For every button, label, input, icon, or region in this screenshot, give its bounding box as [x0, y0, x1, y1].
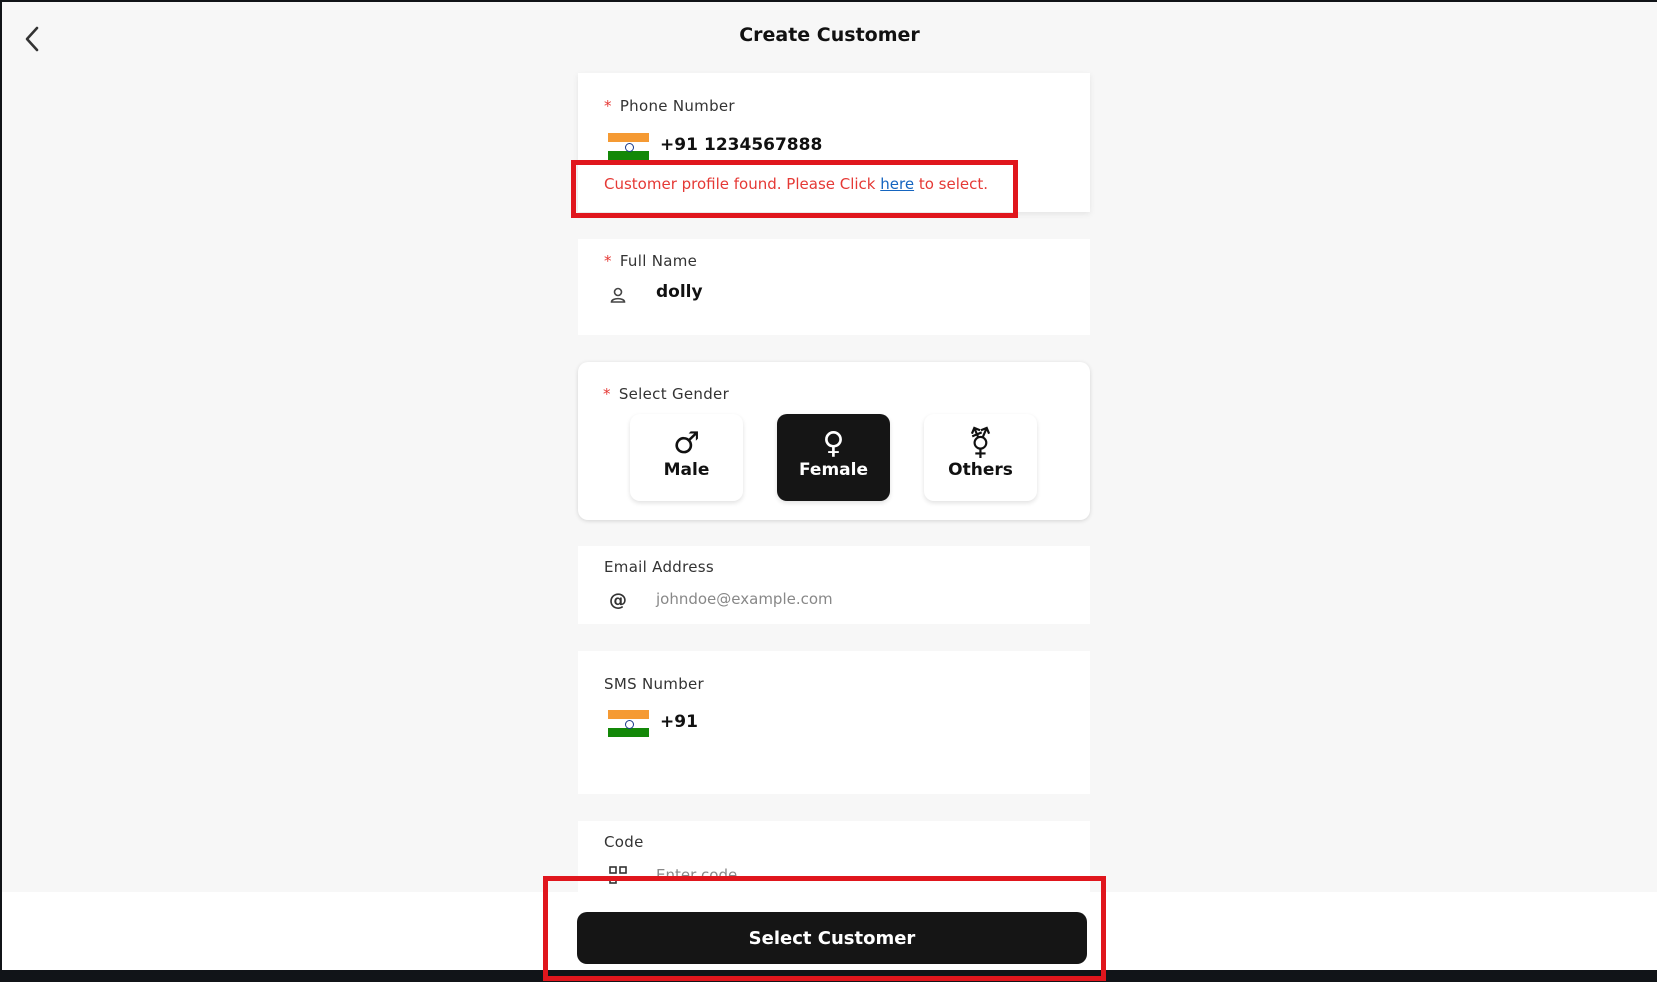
- customer-found-notice: Customer profile found. Please Click her…: [604, 175, 989, 193]
- email-label: Email Address: [604, 558, 715, 576]
- required-mark: *: [604, 252, 612, 270]
- phone-number-input[interactable]: 1234567888: [704, 135, 822, 155]
- full-name-input[interactable]: dolly: [656, 282, 703, 302]
- india-flag-icon[interactable]: [608, 133, 649, 160]
- phone-dial-code[interactable]: +91: [660, 135, 698, 155]
- email-input[interactable]: johndoe@example.com: [656, 590, 833, 608]
- phone-number-card: * Phone Number +91 1234567888 Customer pr…: [578, 73, 1090, 212]
- code-input[interactable]: Enter code: [656, 866, 737, 884]
- select-existing-link[interactable]: here: [880, 175, 914, 193]
- male-icon: ♂: [673, 426, 700, 461]
- select-customer-button[interactable]: Select Customer: [577, 912, 1087, 964]
- page-title: Create Customer: [739, 24, 920, 46]
- phone-number-label: * Phone Number: [604, 97, 735, 115]
- app-frame: Create Customer * Phone Number +91 123456…: [2, 2, 1657, 968]
- email-card: Email Address @ johndoe@example.com: [578, 546, 1090, 624]
- gender-option-others[interactable]: ⚧ Others: [924, 414, 1037, 501]
- sms-number-card: SMS Number +91: [578, 651, 1090, 794]
- india-flag-icon[interactable]: [608, 710, 649, 737]
- gender-option-male[interactable]: ♂ Male: [630, 414, 743, 501]
- code-label: Code: [604, 833, 644, 851]
- person-icon: [606, 283, 630, 307]
- gender-option-label: Female: [799, 460, 868, 480]
- gender-option-female[interactable]: ♀ Female: [777, 414, 890, 501]
- sms-dial-code[interactable]: +91: [660, 712, 698, 732]
- gender-option-label: Male: [663, 460, 710, 480]
- at-icon: @: [609, 589, 627, 611]
- full-name-label: * Full Name: [604, 252, 698, 270]
- female-icon: ♀: [822, 426, 845, 461]
- full-name-card: * Full Name dolly: [578, 239, 1090, 335]
- transgender-icon: ⚧: [967, 426, 994, 461]
- required-mark: *: [604, 97, 612, 115]
- sms-number-label: SMS Number: [604, 675, 705, 693]
- gender-option-label: Others: [948, 460, 1013, 480]
- required-mark: *: [603, 385, 611, 403]
- qr-code-icon: [606, 863, 630, 887]
- code-card: Code Enter code: [578, 821, 1090, 901]
- gender-card: * Select Gender ♂ Male ♀ Female ⚧ Others: [578, 362, 1090, 520]
- gender-label: * Select Gender: [603, 385, 730, 403]
